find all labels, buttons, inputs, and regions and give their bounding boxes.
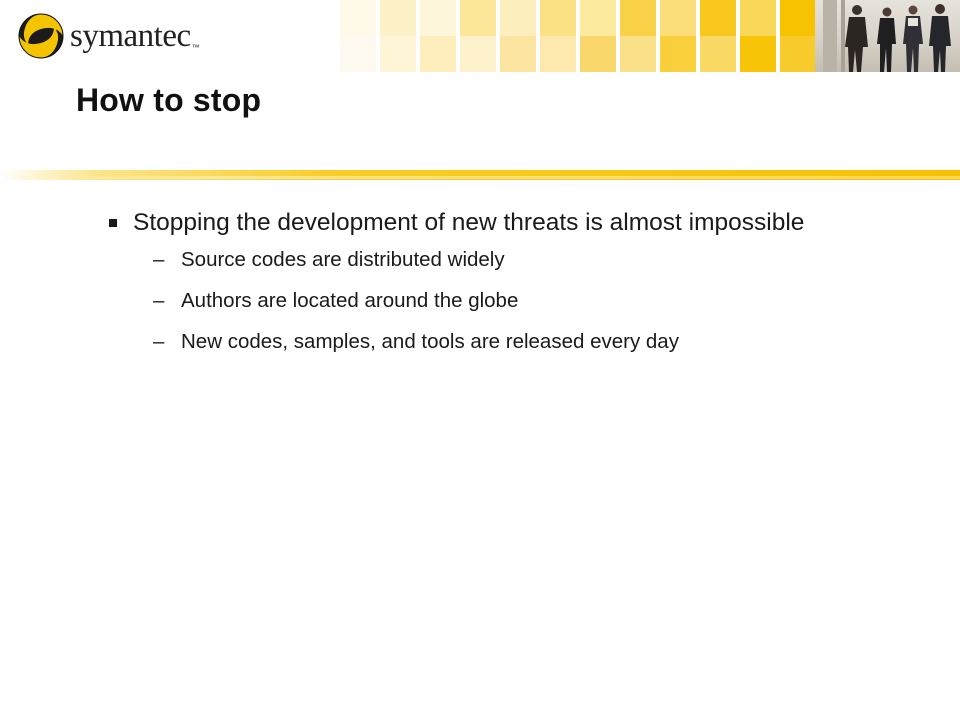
people-silhouettes-icon (845, 4, 951, 72)
bullet-item: Stopping the development of new threats … (105, 204, 905, 242)
dash-bullet-icon: – (153, 289, 165, 312)
business-people-photo (815, 0, 960, 72)
dash-bullet-icon: – (153, 248, 165, 271)
symantec-swirl-icon (18, 13, 64, 59)
sub-bullet-item: – Source codes are distributed widely (153, 248, 905, 272)
bullet-text: Stopping the development of new threats … (133, 209, 805, 236)
logo-trademark: ™ (191, 43, 200, 52)
title-divider-highlight (0, 176, 960, 179)
slide-body: Stopping the development of new threats … (105, 204, 905, 371)
yellow-mosaic-banner (340, 0, 820, 72)
sub-bullet-text: New codes, samples, and tools are releas… (181, 330, 679, 353)
sub-bullet-text: Source codes are distributed widely (181, 248, 505, 271)
slide: symantec ™ How to stop Stopping the deve… (0, 0, 960, 720)
slide-title: How to stop (76, 82, 262, 118)
logo-wordmark: symantec (70, 17, 191, 54)
square-bullet-icon (109, 219, 117, 227)
sub-bullet-list: – Source codes are distributed widely – … (153, 248, 905, 354)
symantec-logo: symantec ™ (16, 10, 200, 62)
sub-bullet-text: Authors are located around the globe (181, 289, 519, 312)
sub-bullet-item: – Authors are located around the globe (153, 289, 905, 313)
dash-bullet-icon: – (153, 330, 165, 353)
sub-bullet-item: – New codes, samples, and tools are rele… (153, 330, 905, 354)
